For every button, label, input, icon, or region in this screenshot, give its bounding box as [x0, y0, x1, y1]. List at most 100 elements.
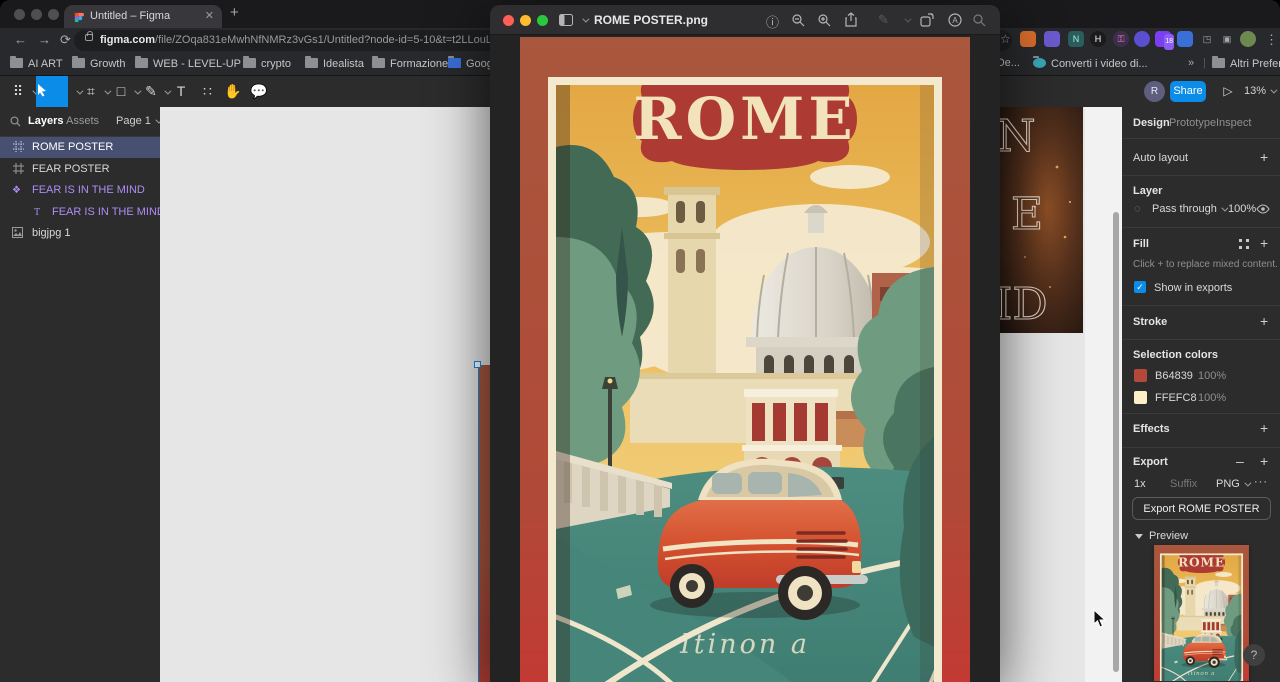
search-icon[interactable] [973, 14, 986, 27]
extension-badge-icon[interactable]: 18 [1155, 31, 1174, 50]
bookmark-folder[interactable]: AI ART [10, 56, 63, 70]
bookmark-folder[interactable]: crypto [243, 56, 291, 70]
blend-mode-select[interactable]: Pass through [1152, 203, 1229, 215]
extension-violet-icon[interactable] [1134, 31, 1150, 47]
tab-layers[interactable]: Layers [28, 115, 63, 127]
pen-tool-button[interactable]: ✎ [142, 76, 160, 107]
color-opacity[interactable]: 100% [1198, 392, 1226, 404]
preview-title-bar[interactable]: ROME POSTER.png ⓘ ✎ A [490, 5, 1000, 35]
layer-row-rome-poster[interactable]: ROME POSTER [0, 137, 160, 158]
move-tool-button[interactable] [36, 76, 68, 107]
browser-menu-icon[interactable]: ⋮ [1265, 32, 1278, 48]
layer-row-fear-poster[interactable]: FEAR POSTER [0, 159, 160, 180]
bookmark-folder[interactable]: Growth [72, 56, 125, 70]
extension-key-icon[interactable]: ⚿ [1113, 31, 1129, 47]
layer-row-fear-component[interactable]: ❖ FEAR IS IN THE MIND [0, 180, 160, 201]
extension-purple-icon[interactable] [1044, 31, 1060, 47]
main-menu-icon[interactable]: ⠿ [8, 76, 28, 107]
user-avatar[interactable]: R [1144, 81, 1165, 102]
share-button[interactable]: Share [1170, 81, 1206, 102]
frame-tool-button[interactable]: ⌗ [82, 76, 100, 107]
frame-tool-chevron-icon[interactable] [104, 87, 112, 95]
profile-avatar[interactable] [1240, 31, 1256, 47]
comment-tool-button[interactable]: 💬 [250, 76, 268, 107]
bookmark-folder[interactable]: WEB - LEVEL-UP [135, 56, 241, 70]
page-selector[interactable]: Page 1 [116, 115, 163, 127]
present-play-icon[interactable]: ▷ [1220, 76, 1236, 107]
blend-mode-icon[interactable]: ◌ [1134, 203, 1141, 215]
styles-grid-icon[interactable] [1239, 239, 1249, 249]
tab-assets[interactable]: Assets [66, 115, 99, 127]
color-swatch[interactable] [1134, 391, 1147, 404]
color-hex[interactable]: FFEFC8 [1155, 392, 1197, 404]
layer-row-fear-text[interactable]: T FEAR IS IN THE MIND [0, 202, 165, 223]
new-tab-button[interactable]: + [230, 4, 239, 21]
rotate-icon[interactable] [920, 13, 934, 27]
back-icon[interactable]: ← [14, 32, 27, 47]
zoom-out-icon[interactable] [792, 14, 805, 27]
extension-blue-icon[interactable] [1177, 31, 1193, 47]
other-favorites-folder[interactable]: Altri Preferiti [1212, 56, 1280, 70]
resources-tool-button[interactable]: ∷ [198, 76, 216, 107]
color-opacity[interactable]: 100% [1198, 370, 1226, 382]
fear-poster-frame[interactable]: N E ID [995, 107, 1083, 333]
info-icon[interactable]: ⓘ [766, 12, 779, 31]
hand-tool-button[interactable]: ✋ [224, 76, 242, 107]
export-add-icon[interactable]: + [1260, 453, 1268, 469]
visibility-eye-icon[interactable] [1256, 204, 1270, 214]
preview-app-window[interactable]: ROME POSTER.png ⓘ ✎ A [490, 5, 1000, 682]
forward-icon[interactable]: → [38, 32, 51, 47]
sidebar-chevron-icon[interactable] [582, 15, 590, 23]
side-panel-icon[interactable]: ▣ [1219, 31, 1235, 47]
auto-layout-add-icon[interactable]: + [1260, 149, 1268, 165]
text-tool-button[interactable]: T [172, 76, 190, 107]
sidebar-toggle-icon[interactable] [559, 14, 573, 26]
bookmark-star-icon[interactable]: ☆ [1000, 32, 1011, 46]
close-icon[interactable] [503, 15, 514, 26]
maximize-icon[interactable] [537, 15, 548, 26]
export-more-icon[interactable]: ··· [1254, 476, 1268, 488]
export-remove-icon[interactable]: – [1236, 453, 1244, 469]
zoom-level-menu[interactable]: 13% [1244, 76, 1278, 107]
export-suffix-field[interactable]: Suffix [1170, 478, 1197, 490]
help-button[interactable]: ? [1243, 644, 1265, 666]
extension-h-icon[interactable]: H [1090, 31, 1106, 47]
extension-n-icon[interactable]: N [1068, 31, 1084, 47]
shape-tool-chevron-icon[interactable] [134, 87, 142, 95]
share-icon[interactable] [845, 12, 857, 27]
zoom-in-icon[interactable] [818, 14, 831, 27]
export-scale-select[interactable]: 1x [1134, 478, 1146, 490]
annotate-icon[interactable]: A [948, 13, 962, 27]
tab-design[interactable]: Design [1133, 117, 1170, 129]
markup-pen-icon[interactable]: ✎ [878, 12, 889, 28]
bookmarks-overflow-icon[interactable]: » [1188, 57, 1194, 69]
bookmark-folder[interactable]: Formazione [372, 56, 448, 70]
selection-handle[interactable] [474, 361, 481, 368]
markup-chevron-icon[interactable] [904, 15, 912, 23]
stroke-add-icon[interactable]: + [1260, 313, 1268, 329]
export-button[interactable]: Export ROME POSTER [1132, 497, 1271, 520]
color-hex[interactable]: B64839 [1155, 370, 1193, 382]
window-minimize-icon[interactable] [31, 9, 42, 20]
bookmark-converter[interactable]: Converti i video di... [1033, 56, 1148, 70]
window-close-icon[interactable] [14, 9, 25, 20]
reload-icon[interactable]: ⟳ [60, 32, 71, 48]
window-zoom-icon[interactable] [48, 9, 59, 20]
layer-row-bigjpg[interactable]: bigjpg 1 [0, 223, 160, 244]
bookmark-folder[interactable]: Idealista [305, 56, 364, 70]
tab-close-icon[interactable]: ✕ [205, 9, 214, 22]
selection-color-row[interactable]: B64839 100% [1122, 368, 1280, 384]
color-swatch[interactable] [1134, 369, 1147, 382]
canvas-scrollbar[interactable] [1113, 212, 1119, 672]
tab-prototype[interactable]: Prototype [1169, 117, 1216, 129]
puzzle-icon[interactable]: ◳ [1199, 31, 1215, 47]
effects-add-icon[interactable]: + [1260, 420, 1268, 436]
checkbox-checked-icon[interactable]: ✓ [1134, 281, 1146, 293]
preview-section-toggle[interactable]: Preview [1135, 530, 1188, 542]
browser-tab[interactable]: Untitled – Figma ✕ [64, 5, 222, 28]
shape-tool-button[interactable]: □ [112, 76, 130, 107]
export-format-select[interactable]: PNG [1216, 478, 1252, 490]
search-icon[interactable] [10, 116, 21, 127]
selection-color-row[interactable]: FFEFC8 100% [1122, 390, 1280, 406]
pen-tool-chevron-icon[interactable] [164, 87, 172, 95]
